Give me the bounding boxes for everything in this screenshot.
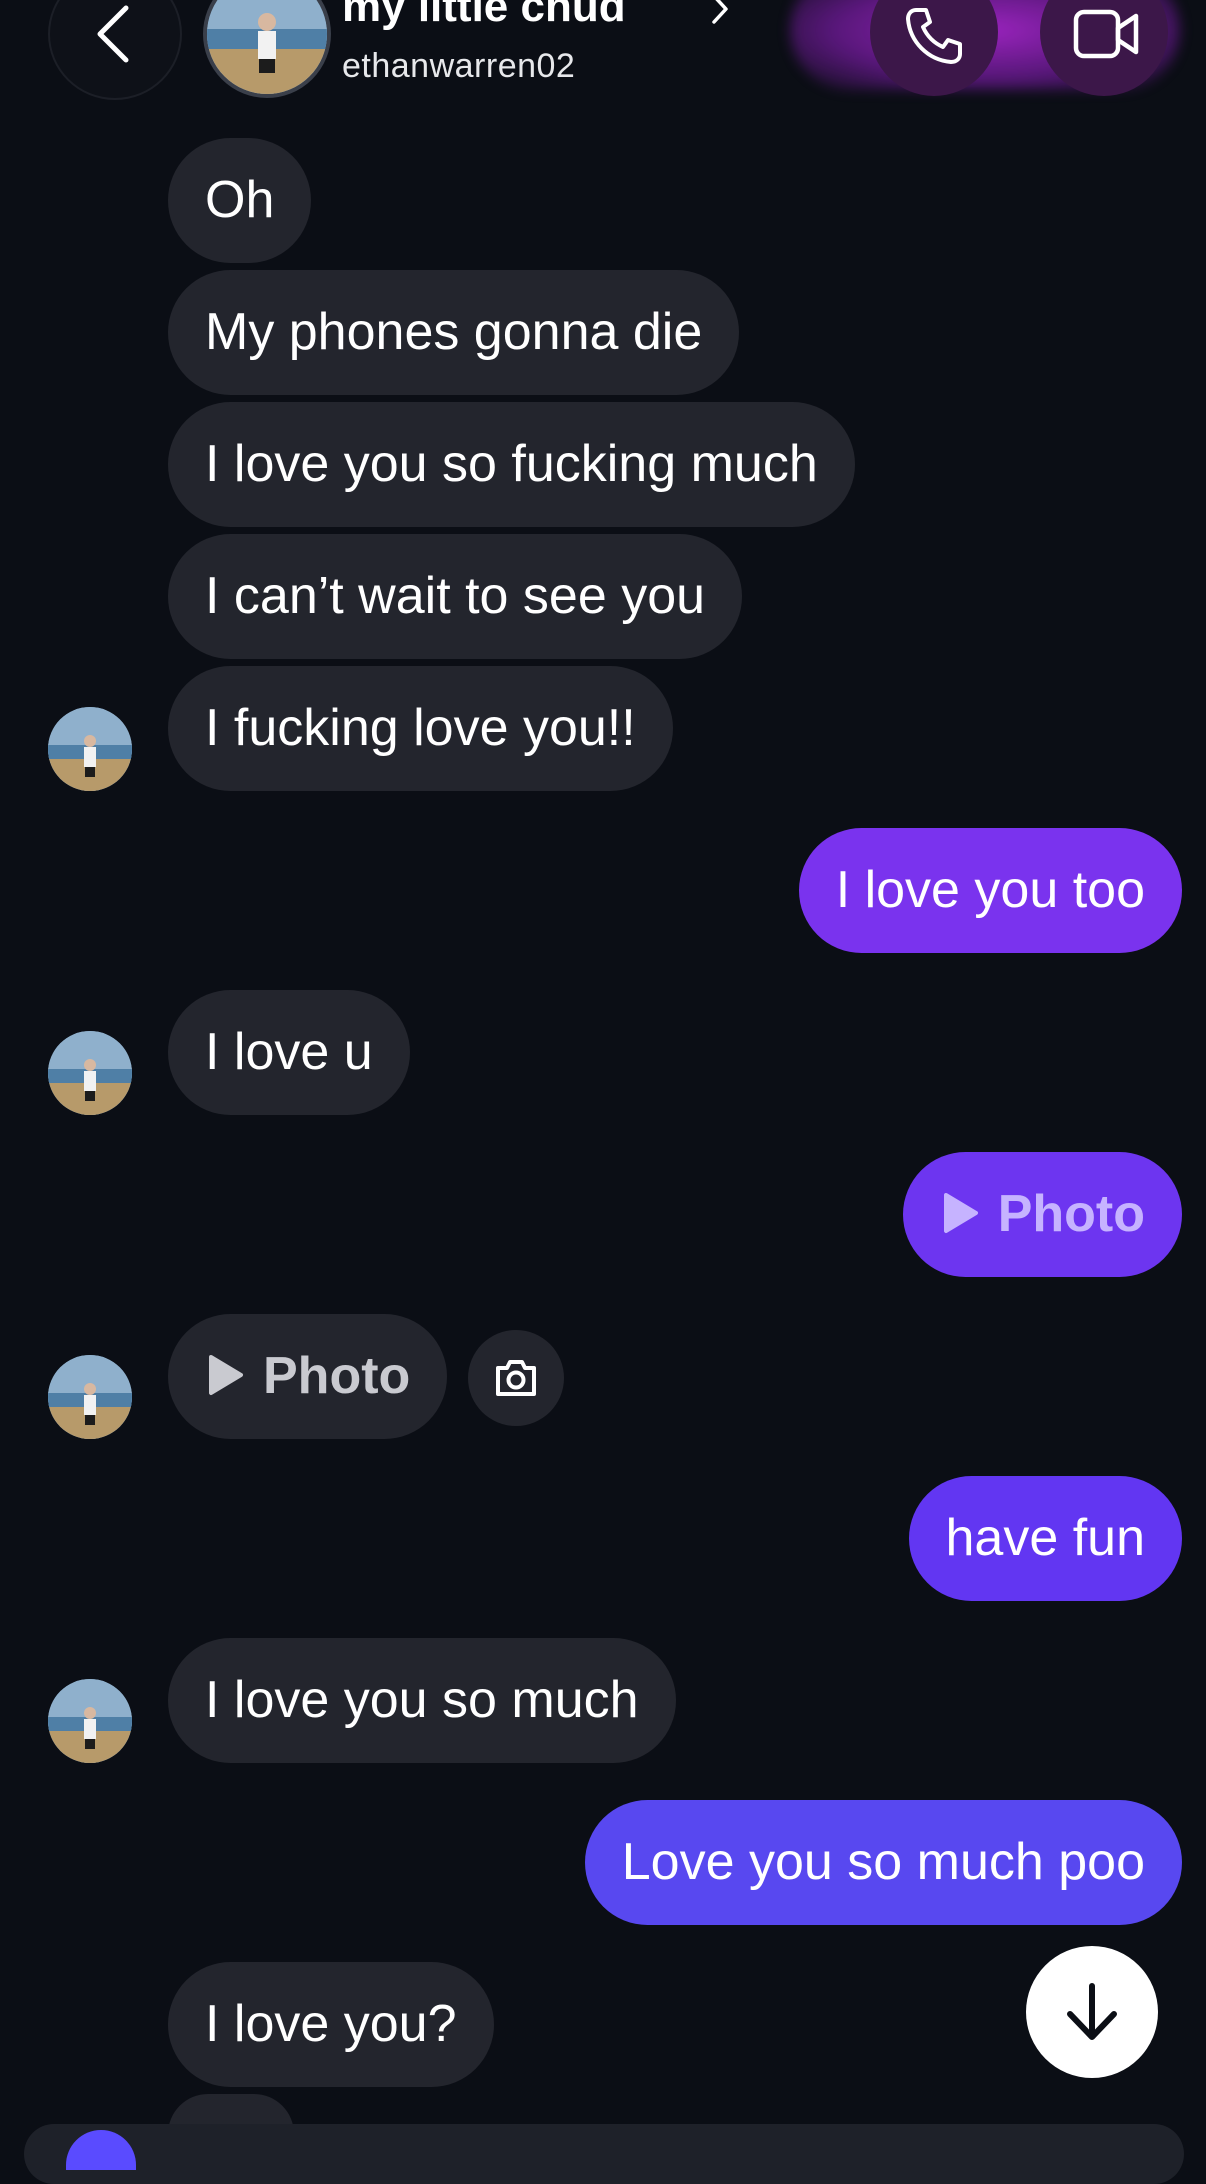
play-icon (943, 1193, 978, 1234)
message-bubble-outgoing[interactable]: have fun (908, 1476, 1182, 1601)
phone-icon (906, 8, 962, 64)
message-bubble-outgoing[interactable]: Love you so much poo (584, 1800, 1182, 1925)
message-bubble-incoming[interactable]: My phones gonna die (168, 270, 740, 395)
message-bubble-incoming[interactable]: I can’t wait to see you (168, 534, 743, 659)
message-bubble-incoming[interactable]: I love you so much (168, 1638, 676, 1763)
photo-label: Photo (263, 1347, 411, 1405)
message-composer[interactable] (24, 2124, 1184, 2184)
camera-reply-button[interactable] (468, 1330, 564, 1426)
arrow-down-icon (1067, 1983, 1117, 2040)
back-button[interactable] (48, 0, 182, 100)
chevron-right-icon[interactable] (708, 0, 732, 26)
message-bubble-outgoing[interactable]: I love you too (798, 828, 1182, 953)
photo-message-incoming[interactable]: Photo (168, 1314, 448, 1439)
sender-avatar[interactable] (48, 1679, 132, 1763)
chat-header: my little chud ethanwarren02 (0, 0, 1206, 110)
sender-avatar[interactable] (48, 1355, 132, 1439)
contact-display-name[interactable]: my little chud (342, 0, 626, 32)
message-bubble-incoming[interactable]: I love you? (168, 1962, 494, 2087)
scroll-to-bottom-button[interactable] (1026, 1946, 1158, 2078)
message-bubble-incoming[interactable]: Oh (168, 138, 312, 263)
sender-avatar[interactable] (48, 707, 132, 791)
camera-shortcut-button[interactable] (66, 2130, 136, 2170)
play-icon (209, 1355, 243, 1396)
photo-label: Photo (997, 1185, 1145, 1243)
contact-username: ethanwarren02 (342, 47, 576, 85)
message-bubble-incoming[interactable]: I love u (168, 990, 410, 1115)
message-bubble-incoming[interactable]: I fucking love you!! (168, 666, 673, 791)
contact-avatar[interactable] (203, 0, 331, 98)
message-bubble-incoming[interactable]: I love you so fucking much (168, 402, 855, 527)
camera-icon (496, 1360, 536, 1396)
chevron-left-icon (97, 5, 129, 63)
sender-avatar[interactable] (48, 1031, 132, 1115)
video-camera-icon (1073, 9, 1139, 59)
photo-message-outgoing[interactable]: Photo (902, 1152, 1182, 1277)
